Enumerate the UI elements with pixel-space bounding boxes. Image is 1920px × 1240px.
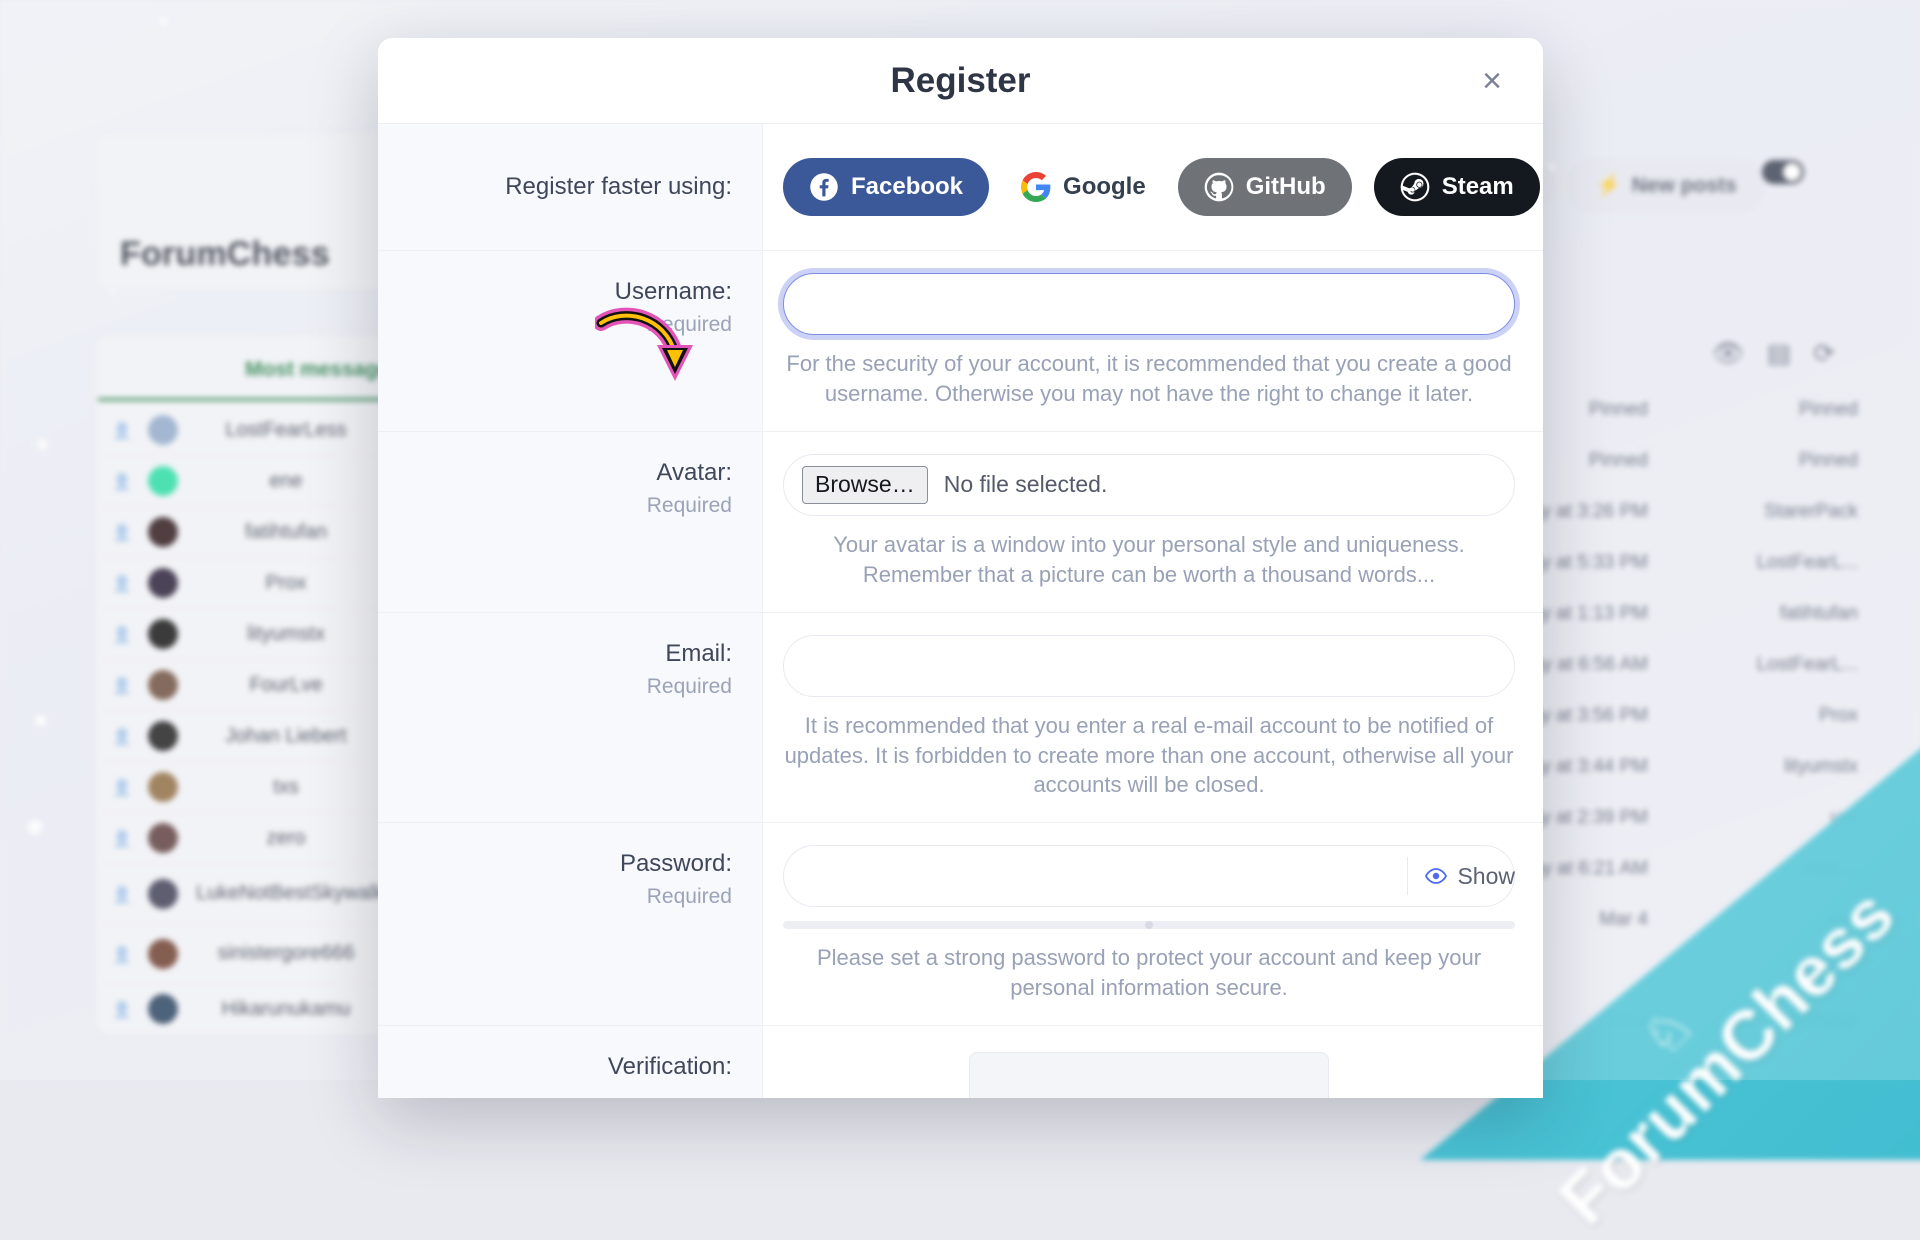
github-icon: [1204, 172, 1234, 202]
facebook-label: Facebook: [851, 173, 963, 201]
password-strength-bar: [783, 921, 1515, 929]
username-body: For the security of your account, it is …: [763, 251, 1543, 431]
avatar-required: Required: [378, 494, 732, 518]
password-label: Password:: [378, 849, 732, 879]
show-password-button[interactable]: Show: [1407, 857, 1515, 895]
social-label: Register faster using:: [378, 172, 732, 202]
page-title: Register: [890, 61, 1030, 101]
steam-label: Steam: [1442, 173, 1514, 201]
register-dialog: Register × Register faster using: Facebo…: [378, 38, 1543, 1098]
password-input-wrap: Show: [783, 845, 1515, 907]
avatar-body: Browse… No file selected. Your avatar is…: [763, 432, 1543, 612]
steam-icon: [1400, 172, 1430, 202]
password-label-cell: Password: Required: [378, 823, 763, 1025]
email-label-cell: Email: Required: [378, 613, 763, 823]
avatar-label-cell: Avatar: Required: [378, 432, 763, 612]
google-label: Google: [1063, 173, 1146, 201]
avatar-label: Avatar:: [378, 458, 732, 488]
email-row: Email: Required It is recommended that y…: [378, 613, 1543, 824]
avatar-browse-button[interactable]: Browse…: [802, 466, 928, 504]
close-icon[interactable]: ×: [1471, 60, 1513, 102]
verification-label: Verification:: [378, 1052, 732, 1082]
verification-widget[interactable]: [969, 1052, 1329, 1098]
avatar-row: Avatar: Required Browse… No file selecte…: [378, 432, 1543, 613]
social-register-row: Register faster using: Facebook Google: [378, 124, 1543, 251]
avatar-file-status: No file selected.: [944, 471, 1108, 498]
verification-body: [763, 1026, 1543, 1098]
verification-label-cell: Verification:: [378, 1026, 763, 1098]
verification-row: Verification:: [378, 1026, 1543, 1098]
password-required: Required: [378, 885, 732, 909]
username-label-cell: Username: Required: [378, 251, 763, 431]
email-hint: It is recommended that you enter a real …: [783, 711, 1515, 801]
username-input[interactable]: [783, 273, 1515, 335]
google-icon: [1021, 172, 1051, 202]
username-hint: For the security of your account, it is …: [783, 349, 1515, 409]
avatar-file-input[interactable]: Browse… No file selected.: [783, 454, 1515, 516]
facebook-login-button[interactable]: Facebook: [783, 158, 989, 216]
email-body: It is recommended that you enter a real …: [763, 613, 1543, 823]
email-required: Required: [378, 675, 732, 699]
email-label: Email:: [378, 639, 732, 669]
github-label: GitHub: [1246, 173, 1326, 201]
avatar-hint: Your avatar is a window into your person…: [783, 530, 1515, 590]
facebook-icon: [809, 172, 839, 202]
dialog-header: Register ×: [378, 38, 1543, 124]
username-label: Username:: [378, 277, 732, 307]
password-body: Show Please set a strong password to pro…: [763, 823, 1543, 1025]
github-login-button[interactable]: GitHub: [1178, 158, 1352, 216]
show-password-label: Show: [1457, 863, 1515, 890]
google-login-button[interactable]: Google: [1011, 158, 1156, 216]
password-row: Password: Required Show Please set a str…: [378, 823, 1543, 1026]
steam-login-button[interactable]: Steam: [1374, 158, 1540, 216]
password-input[interactable]: [783, 845, 1515, 907]
social-label-cell: Register faster using:: [378, 124, 763, 250]
email-input[interactable]: [783, 635, 1515, 697]
social-buttons: Facebook Google GitHub: [763, 124, 1543, 250]
username-row: Username: Required For the security of y…: [378, 251, 1543, 432]
username-required: Required: [378, 313, 732, 337]
password-hint: Please set a strong password to protect …: [783, 943, 1515, 1003]
eye-icon: [1424, 864, 1448, 888]
